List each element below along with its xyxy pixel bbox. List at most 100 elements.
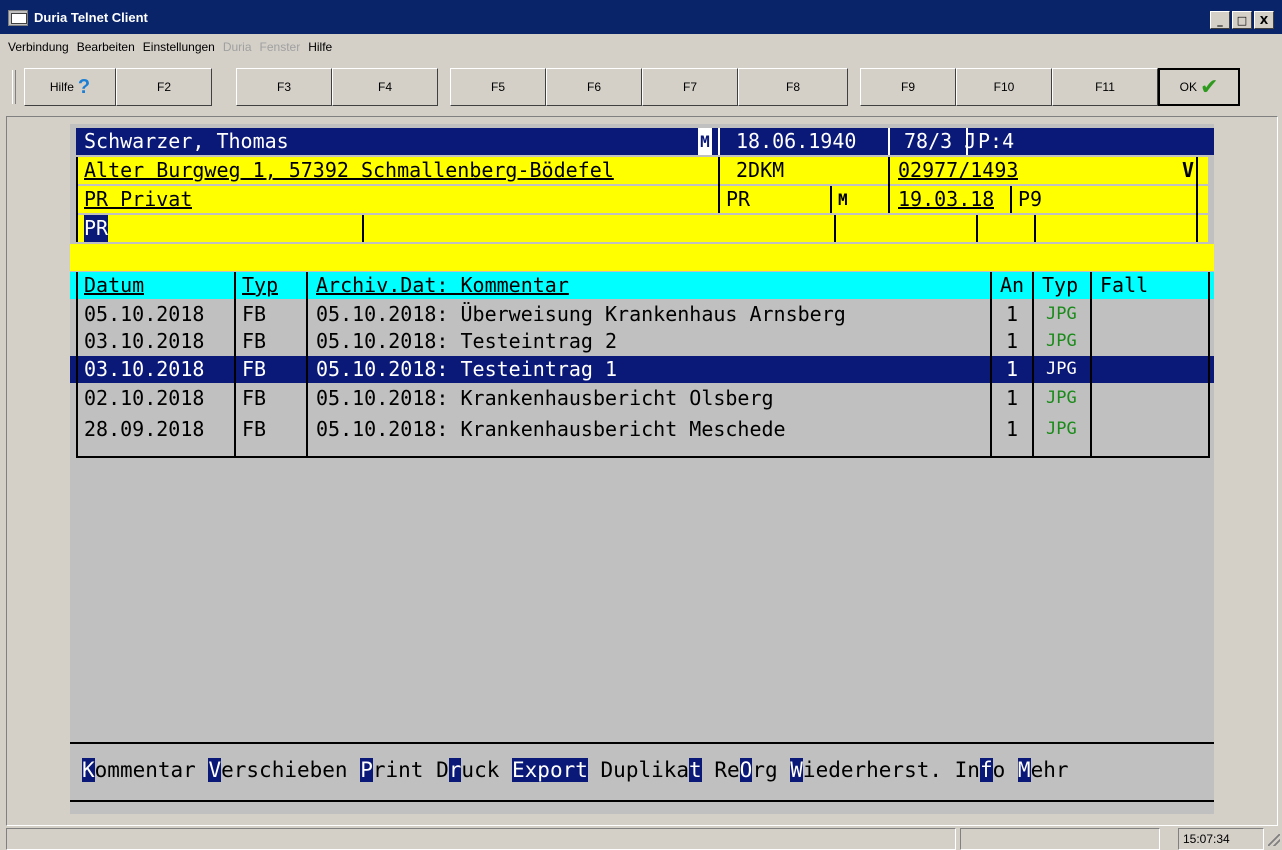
col-fall[interactable]: Fall	[1100, 272, 1148, 299]
menu-hilfe[interactable]: Hilfe	[308, 40, 332, 54]
sep	[718, 157, 720, 213]
row-datum: 05.10.2018	[84, 302, 205, 326]
code: 2DKM	[736, 158, 785, 182]
command-input[interactable]: PR	[84, 215, 109, 242]
grid-line	[306, 272, 308, 458]
resize-grip-icon[interactable]	[1268, 834, 1280, 846]
action-info[interactable]: Info	[955, 758, 1005, 782]
grid-line	[76, 272, 78, 458]
sex-flag: M	[698, 128, 712, 155]
f6-button[interactable]: F6	[546, 68, 642, 106]
row-an: 1	[1006, 302, 1019, 326]
col-typ[interactable]: Typ	[242, 272, 278, 299]
row-typ: FB	[242, 357, 267, 381]
patient-name: Schwarzer, Thomas	[84, 129, 289, 153]
phone: 02977/1493	[898, 158, 1019, 182]
minimize-button[interactable]: _	[1210, 11, 1230, 29]
row-kommentar: 05.10.2018: Überweisung Krankenhaus Arns…	[316, 302, 846, 326]
app-icon[interactable]	[8, 10, 28, 26]
sep	[1010, 186, 1012, 213]
f8-label: F8	[785, 80, 800, 94]
maximize-icon: □	[1236, 13, 1248, 27]
f5-label: F5	[490, 80, 505, 94]
table-row[interactable]: 05.10.2018 FB 05.10.2018: Überweisung Kr…	[70, 301, 1214, 328]
insurance-code: PR	[726, 187, 751, 211]
checkmark-icon: ✔	[1199, 74, 1219, 100]
action-mehr[interactable]: Mehr	[1017, 758, 1069, 782]
close-button[interactable]: X	[1254, 11, 1274, 29]
sep	[888, 157, 890, 213]
row-an: 1	[1006, 417, 1019, 441]
f7-button[interactable]: F7	[642, 68, 738, 106]
f11-button[interactable]: F11	[1052, 68, 1158, 106]
v-flag: V	[1182, 158, 1195, 182]
action-verschieben[interactable]: Verschieben	[208, 758, 348, 782]
f5-button[interactable]: F5	[450, 68, 546, 106]
menu-bearbeiten[interactable]: Bearbeiten	[77, 40, 135, 54]
row-typ2: JPG	[1046, 359, 1077, 379]
ok-button[interactable]: OK ✔	[1158, 68, 1240, 106]
table-row-selected[interactable]: 03.10.2018 FB 05.10.2018: Testeintrag 1 …	[70, 356, 1214, 383]
sep	[1034, 215, 1036, 242]
terminal-screen[interactable]: Schwarzer, Thomas M 18.06.1940 78/3 J P:…	[70, 124, 1214, 814]
row-typ: FB	[242, 417, 267, 441]
action-export[interactable]: Export	[512, 758, 588, 782]
row-typ2: JPG	[1046, 331, 1077, 351]
birthdate: 18.06.1940	[736, 129, 857, 153]
f7-label: F7	[682, 80, 697, 94]
table-row[interactable]: 03.10.2018 FB 05.10.2018: Testeintrag 2 …	[70, 328, 1214, 355]
table-row[interactable]: 02.10.2018 FB 05.10.2018: Krankenhausber…	[70, 385, 1214, 412]
col-datum[interactable]: Datum	[84, 272, 144, 299]
grid-line	[1208, 272, 1210, 458]
action-bar: Kommentar Verschieben Print Druck Export…	[70, 742, 1214, 802]
window-controls: _ □ X	[1210, 11, 1274, 29]
blank-row-bg	[70, 244, 1214, 271]
table-row[interactable]: 28.09.2018 FB 05.10.2018: Krankenhausber…	[70, 416, 1214, 443]
sep	[1196, 157, 1198, 242]
f4-button[interactable]: F4	[332, 68, 438, 106]
col-typ2[interactable]: Typ	[1042, 272, 1078, 299]
f11-label: F11	[1095, 80, 1115, 94]
row-an: 1	[1006, 329, 1019, 353]
sep	[976, 215, 978, 242]
menu-einstellungen[interactable]: Einstellungen	[143, 40, 215, 54]
col-an[interactable]: An	[1000, 272, 1024, 299]
row-typ2: JPG	[1046, 304, 1077, 324]
window-title: Duria Telnet Client	[34, 10, 148, 25]
row-typ2: JPG	[1046, 419, 1077, 439]
row-typ2: JPG	[1046, 388, 1077, 408]
address-row: Alter Burgweg 1, 57392 Schmallenberg-Böd…	[70, 157, 1214, 184]
maximize-button[interactable]: □	[1232, 11, 1252, 29]
row-kommentar: 05.10.2018: Testeintrag 1	[316, 357, 618, 381]
f8-button[interactable]: F8	[738, 68, 848, 106]
insurance-p: P9	[1018, 187, 1043, 211]
row-an: 1	[1006, 357, 1019, 381]
f2-label: F2	[156, 80, 171, 94]
question-mark-icon: ?	[77, 75, 91, 98]
table-bottom-border	[76, 456, 1210, 458]
f9-button[interactable]: F9	[860, 68, 956, 106]
col-kommentar[interactable]: Archiv.Dat: Kommentar	[316, 272, 569, 299]
action-reorg[interactable]: ReOrg	[714, 758, 778, 782]
address: Alter Burgweg 1, 57392 Schmallenberg-Böd…	[84, 158, 614, 182]
help-button[interactable]: Hilfe ?	[24, 68, 116, 106]
menu-verbindung[interactable]: Verbindung	[8, 40, 69, 54]
action-druck[interactable]: Druck	[436, 758, 499, 782]
row-datum: 03.10.2018	[84, 357, 205, 381]
f10-button[interactable]: F10	[956, 68, 1052, 106]
action-print[interactable]: Print	[360, 758, 423, 782]
grid-line	[1090, 272, 1092, 458]
action-kommentar[interactable]: Kommentar	[82, 758, 196, 782]
grid-line	[1032, 272, 1034, 458]
status-panel-mid	[960, 828, 1160, 850]
status-panel-main	[6, 828, 956, 850]
f3-button[interactable]: F3	[236, 68, 332, 106]
table-header: Datum Typ Archiv.Dat: Kommentar An Typ F…	[70, 272, 1214, 299]
row-datum: 03.10.2018	[84, 329, 205, 353]
row-datum: 02.10.2018	[84, 386, 205, 410]
action-wiederherst[interactable]: Wiederherst.	[790, 758, 942, 782]
f2-button[interactable]: F2	[116, 68, 212, 106]
action-duplikat[interactable]: Duplikat	[601, 758, 702, 782]
toolbar-grip[interactable]	[12, 70, 16, 104]
row-typ: FB	[242, 302, 267, 326]
